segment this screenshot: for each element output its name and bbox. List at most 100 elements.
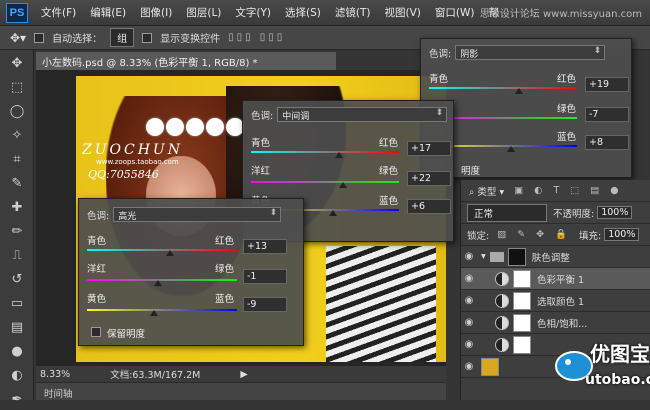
magic-wand-icon[interactable]: ✧ [5,124,29,146]
menu-type[interactable]: 文字(Y) [228,5,278,20]
layer-name[interactable]: 肤色调整 [532,250,570,264]
adjustment-layer-icon [495,315,509,330]
status-arrow-icon[interactable]: ▶ [240,369,247,380]
magenta-green-slider-track[interactable] [251,181,399,183]
magenta-label: 洋红 [87,264,107,275]
cyan-red-value[interactable]: +19 [585,77,629,92]
magenta-green-value[interactable]: +22 [407,171,451,186]
eyedropper-icon[interactable]: ✎ [5,172,29,194]
eye-icon[interactable]: ◉ [461,317,477,328]
eye-icon[interactable]: ◉ [461,273,477,284]
opacity-label: 不透明度: [553,208,595,220]
magenta-green-slider-handle[interactable] [339,182,347,188]
yellow-blue-slider-track[interactable] [87,309,237,311]
lock-label: 锁定: [467,230,490,242]
align-icons[interactable]: ▯▯▯ ▯▯▯ [228,32,285,43]
magenta-green-value[interactable]: -1 [243,269,287,284]
history-brush-icon[interactable]: ↺ [5,268,29,290]
layer-mask-thumbnail[interactable] [507,247,526,266]
menu-window[interactable]: 窗口(W) [428,5,482,20]
forum-watermark: 思缘设计论坛 www.missyuan.com [479,9,642,20]
document-tab[interactable]: 小左数码.psd @ 8.33% (色彩平衡 1, RGB/8) * [36,52,336,70]
fill-input[interactable]: 100% [604,228,640,241]
layer-row[interactable]: ◉ 色相/饱和... [461,312,650,334]
menu-select[interactable]: 选择(S) [278,5,328,20]
cyan-red-slider-handle[interactable] [166,250,174,256]
magenta-green-slider-handle[interactable] [154,280,162,286]
tone-label: 色调: [429,48,452,60]
menu-edit[interactable]: 编辑(E) [83,5,133,20]
auto-select-dropdown[interactable]: 组 [110,28,135,47]
lock-icons[interactable]: ▧ ✎ ✥ 🔒 [497,229,571,240]
gradient-icon[interactable]: ▤ [5,316,29,338]
layer-row-selected[interactable]: ◉ 色彩平衡 1 [461,268,650,290]
layer-row[interactable]: ◉ ▾ 肤色调整 [461,246,650,268]
brush-icon[interactable]: ✏ [5,220,29,242]
tone-dropdown[interactable]: 中间调 [277,107,448,122]
yellow-blue-value[interactable]: -9 [243,297,287,312]
disclosure-icon[interactable]: ▾ [481,251,486,262]
layer-mask-thumbnail[interactable] [513,269,531,288]
move-tool-icon[interactable]: ✥▾ [10,31,26,45]
layer-row[interactable]: ◉ 选取颜色 1 [461,290,650,312]
menu-bar: PS 文件(F) 编辑(E) 图像(I) 图层(L) 文字(Y) 选择(S) 滤… [0,0,650,26]
eye-icon[interactable]: ◉ [461,251,477,262]
cyan-red-value[interactable]: +13 [243,239,287,254]
layer-name[interactable]: 选取颜色 1 [537,294,584,308]
menu-file[interactable]: 文件(F) [34,5,83,20]
cyan-red-slider-track[interactable] [87,249,237,251]
auto-select-checkbox[interactable] [34,32,45,43]
tone-dropdown[interactable]: 阴影 [455,45,606,60]
layer-kind-filter[interactable]: ⌕ 类型 ▾ [469,184,504,198]
eye-icon[interactable]: ◉ [461,361,477,372]
show-transform-checkbox[interactable] [142,32,153,43]
layer-name[interactable]: 色相/饱和... [537,316,587,330]
preserve-luminosity-label: 保留明度 [107,329,146,340]
timeline-panel-tab[interactable]: 时间轴 [36,382,446,400]
eye-icon[interactable]: ◉ [461,295,477,306]
move-icon[interactable]: ✥ [5,52,29,74]
tools-panel: ✥ ⬚ ◯ ✧ ⌗ ✎ ✚ ✏ ⎍ ↺ ▭ ▤ ● ◐ ✒ [0,50,34,407]
layer-thumbnail[interactable] [481,357,499,376]
yellow-blue-value[interactable]: +6 [407,199,451,214]
layer-mask-thumbnail[interactable] [513,335,531,354]
magenta-green-slider-track[interactable] [87,279,237,281]
filter-icons[interactable]: ▣ ◐ T ⬚ ▤ ● [514,185,622,196]
tone-label: 色调: [251,110,274,122]
opacity-input[interactable]: 100% [597,206,633,219]
eraser-icon[interactable]: ▭ [5,292,29,314]
layer-mask-thumbnail[interactable] [513,291,531,310]
yellow-blue-slider-handle[interactable] [150,310,158,316]
cyan-red-slider-handle[interactable] [515,88,523,94]
zoom-level[interactable]: 8.33% [40,369,70,380]
layer-name[interactable]: 色彩平衡 1 [537,272,584,286]
marquee-icon[interactable]: ⬚ [5,76,29,98]
dodge-icon[interactable]: ◐ [5,364,29,386]
utobao-watermark-name: 优图宝 [590,342,650,366]
cyan-red-slider-handle[interactable] [335,152,343,158]
magenta-green-value[interactable]: -7 [585,107,629,122]
blend-mode-dropdown[interactable]: 正常 [467,203,547,222]
eye-icon[interactable]: ◉ [461,339,477,350]
pen-icon[interactable]: ✒ [5,388,29,410]
layer-mask-thumbnail[interactable] [513,313,531,332]
tone-dropdown[interactable]: 高光 [113,207,282,222]
menu-image[interactable]: 图像(I) [133,5,179,20]
crop-icon[interactable]: ⌗ [5,148,29,170]
menu-layer[interactable]: 图层(L) [179,5,228,20]
blur-icon[interactable]: ● [5,340,29,362]
menu-filter[interactable]: 滤镜(T) [328,5,378,20]
lasso-icon[interactable]: ◯ [5,100,29,122]
yellow-blue-slider-handle[interactable] [329,210,337,216]
cyan-red-slider-track[interactable] [251,151,399,153]
menu-view[interactable]: 视图(V) [377,5,427,20]
document-size: 文档:63.3M/167.2M [110,370,201,381]
stamp-icon[interactable]: ⎍ [5,244,29,266]
search-icon: ⌕ [469,186,475,198]
yellow-blue-value[interactable]: +8 [585,135,629,150]
yellow-blue-slider-handle[interactable] [507,146,515,152]
preserve-luminosity-checkbox[interactable] [91,327,101,337]
healing-icon[interactable]: ✚ [5,196,29,218]
cyan-red-slider-track[interactable] [429,87,577,89]
cyan-red-value[interactable]: +17 [407,141,451,156]
